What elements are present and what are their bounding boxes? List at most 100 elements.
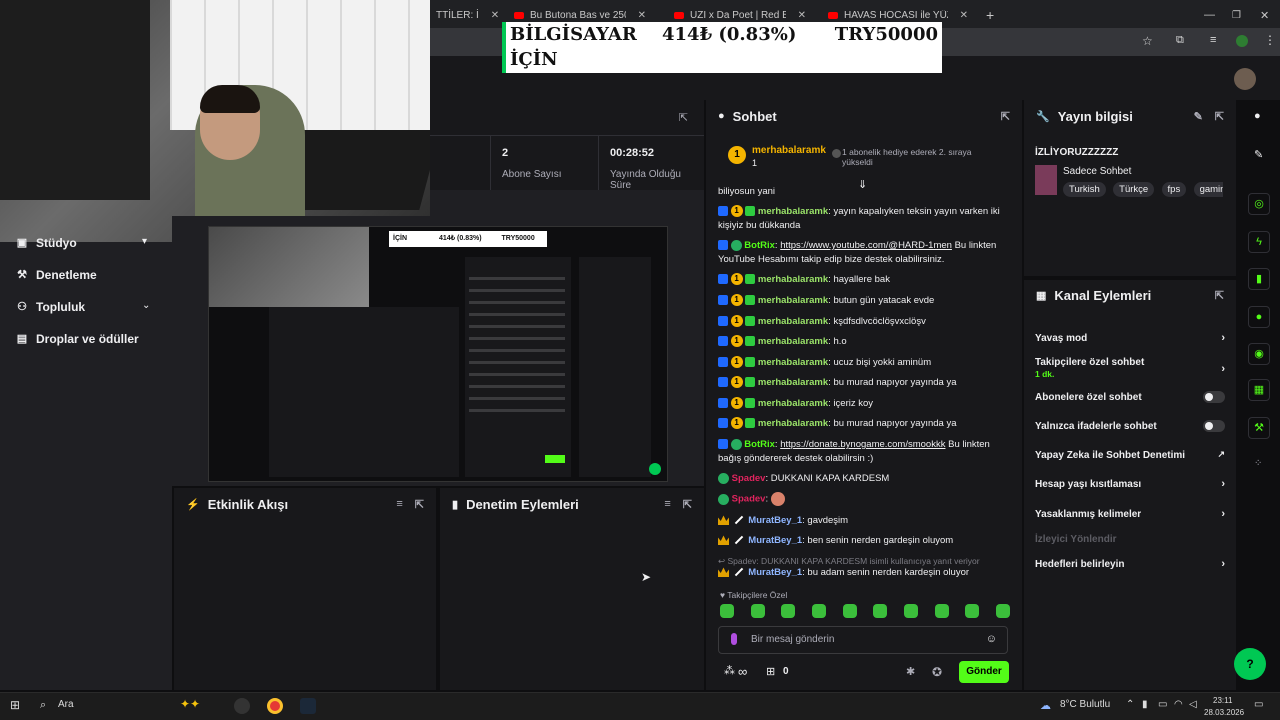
edit-icon[interactable]: ✎ bbox=[1254, 148, 1263, 161]
setting-slow-mode[interactable]: Yavaş mod › bbox=[1035, 332, 1225, 344]
menu-icon[interactable]: ⋮ bbox=[1264, 33, 1276, 47]
setting-banned-words[interactable]: Yasaklanmış kelimeler › bbox=[1035, 508, 1225, 520]
media-icon[interactable]: ≡ bbox=[1210, 34, 1216, 46]
nav-item-drops[interactable]: ▤ Droplar ve ödüller bbox=[16, 332, 139, 346]
emote-icon[interactable] bbox=[842, 604, 857, 618]
weather-text[interactable]: 8°C Bulutlu bbox=[1060, 699, 1110, 710]
filter-icon[interactable]: ≡ bbox=[396, 498, 402, 511]
volume-icon[interactable]: ◁ bbox=[1189, 699, 1197, 710]
popout-icon[interactable]: ⇱ bbox=[679, 111, 688, 124]
chrome-icon[interactable] bbox=[267, 698, 283, 714]
toggle-switch[interactable] bbox=[1203, 391, 1225, 403]
filter-icon[interactable]: ≡ bbox=[664, 498, 670, 511]
edit-icon[interactable]: ✎ bbox=[1194, 110, 1203, 123]
chat-message: BotRix: https://www.youtube.com/@HARD-1m… bbox=[718, 239, 997, 265]
setting-set-goals[interactable]: Hedefleri belirleyin › bbox=[1035, 558, 1225, 570]
nav-item-studio[interactable]: ▣ Stüdyo bbox=[16, 236, 77, 250]
tag: Türkçe bbox=[1113, 182, 1155, 197]
chat-message: MuratBey_1: ben senin nerden gardeşin ol… bbox=[718, 534, 1008, 548]
chat-input[interactable]: Bir mesaj gönderin ☺ bbox=[718, 626, 1008, 654]
bot-icon[interactable]: ✪ bbox=[932, 665, 942, 679]
stream-title: İZLİYORUZZZZZZ bbox=[1035, 147, 1119, 158]
chat-link[interactable]: https://www.youtube.com/@HARD-1men bbox=[780, 240, 952, 251]
close-window-icon[interactable]: ✕ bbox=[1252, 4, 1277, 26]
popout-icon[interactable]: ⇱ bbox=[683, 498, 692, 511]
channel-icon[interactable]: ▦ bbox=[1248, 379, 1270, 401]
chevron-right-icon: › bbox=[1221, 508, 1225, 520]
emote-icon[interactable] bbox=[873, 604, 888, 618]
stream-preview[interactable]: İÇİN 414₺ (0.83%) TRY50000 bbox=[172, 216, 704, 486]
info-icon[interactable]: ● bbox=[1254, 110, 1261, 122]
emote-icon[interactable] bbox=[811, 604, 826, 618]
network-icon[interactable]: ▭ bbox=[1158, 699, 1167, 710]
webcam-overlay bbox=[0, 0, 430, 242]
emote-icon[interactable] bbox=[750, 604, 765, 618]
lightning-icon[interactable]: ϟ bbox=[1248, 231, 1270, 253]
star-icon[interactable]: ☆ bbox=[1142, 34, 1153, 48]
setting-ai-moderation[interactable]: Yapay Zeka ile Sohbet Denetimi ↗ bbox=[1035, 449, 1225, 461]
emote-icon[interactable] bbox=[903, 604, 918, 618]
notification-icon[interactable]: ▭ bbox=[1254, 699, 1263, 710]
emote-icon[interactable] bbox=[965, 604, 980, 618]
preview-video[interactable]: İÇİN 414₺ (0.83%) TRY50000 bbox=[208, 226, 668, 482]
app-icon[interactable] bbox=[234, 698, 250, 714]
help-button[interactable]: ? bbox=[1234, 648, 1266, 680]
chevron-down-icon[interactable]: ▾ bbox=[142, 236, 147, 247]
lightning-icon: ⚡ bbox=[186, 498, 200, 511]
browser-tab[interactable]: TTİLER: İ ✕ bbox=[428, 4, 506, 26]
microphone-icon[interactable]: ▮ bbox=[1142, 699, 1148, 710]
broadcast-icon[interactable]: ◉ bbox=[1248, 343, 1270, 365]
setting-emote-only[interactable]: Yalnızca ifadelerle sohbet bbox=[1035, 420, 1225, 432]
close-icon[interactable]: ✕ bbox=[960, 10, 968, 21]
chat-icon[interactable]: ● bbox=[1248, 306, 1270, 328]
nav-item-label: Stüdyo bbox=[36, 236, 77, 250]
extensions-icon[interactable]: ⧉ bbox=[1176, 34, 1184, 47]
wrench-icon[interactable]: ⚒ bbox=[1248, 417, 1270, 439]
preview-help-icon bbox=[649, 463, 661, 475]
setting-followers-only[interactable]: Takipçilere özel sohbet 1 dk. › bbox=[1035, 357, 1225, 379]
chat-link[interactable]: https://donate.bynogame.com/smookkk bbox=[780, 439, 945, 450]
steam-icon[interactable] bbox=[300, 698, 316, 714]
emoji-icon[interactable]: ☺ bbox=[986, 633, 997, 645]
setting-subscribers-only[interactable]: Abonelere özel sohbet bbox=[1035, 391, 1225, 403]
taskbar-search-label[interactable]: Ara bbox=[58, 699, 74, 710]
search-icon[interactable]: ⌕ bbox=[40, 699, 46, 712]
gear-icon[interactable]: ✱ bbox=[906, 665, 915, 678]
camera-icon[interactable]: ◎ bbox=[1248, 193, 1270, 215]
activity-feed-panel: ⚡ Etkinlik Akışı ≡ ⇱ bbox=[174, 488, 436, 690]
pinned-user[interactable]: merhabalaramk bbox=[752, 145, 826, 156]
gift-icon[interactable]: ⊞ bbox=[766, 665, 775, 678]
popout-icon[interactable]: ⇱ bbox=[415, 498, 424, 511]
close-icon[interactable]: ✕ bbox=[638, 10, 646, 21]
popout-icon[interactable]: ⇱ bbox=[1215, 110, 1224, 123]
emote-icon[interactable] bbox=[781, 604, 796, 618]
chevron-up-icon[interactable]: ⌃ bbox=[1126, 699, 1134, 710]
windows-start-icon[interactable]: ⊞ bbox=[10, 698, 20, 712]
microphone-icon[interactable] bbox=[731, 633, 737, 645]
avatar[interactable] bbox=[1234, 68, 1256, 90]
nav-item-community[interactable]: ⚇ Topluluk bbox=[16, 300, 85, 314]
popout-icon[interactable]: ⇱ bbox=[1215, 289, 1224, 302]
emote-icon[interactable] bbox=[934, 604, 949, 618]
clock-date[interactable]: 28.03.2026 bbox=[1204, 708, 1244, 717]
emote-icon[interactable] bbox=[720, 604, 734, 618]
send-button[interactable]: Gönder bbox=[959, 661, 1009, 683]
close-icon[interactable]: ✕ bbox=[491, 10, 499, 21]
nav-item-moderation[interactable]: ⚒ Denetleme bbox=[16, 268, 97, 282]
close-icon[interactable]: ✕ bbox=[798, 10, 806, 21]
clock-time[interactable]: 23:11 bbox=[1213, 696, 1232, 705]
toggle-switch[interactable] bbox=[1203, 420, 1225, 432]
wifi-icon[interactable]: ◠ bbox=[1174, 699, 1183, 710]
grid-icon[interactable]: ⁘ bbox=[1254, 458, 1262, 469]
new-tab-button[interactable]: + bbox=[978, 4, 1002, 26]
setting-account-age[interactable]: Hesap yaşı kısıtlaması › bbox=[1035, 478, 1225, 490]
popout-icon[interactable]: ⇱ bbox=[1001, 110, 1010, 123]
chevron-down-icon[interactable]: ⌄ bbox=[142, 300, 150, 311]
minimize-icon[interactable]: — bbox=[1196, 4, 1223, 26]
chat-message: 1 merhabalaramk: bu murad napıyor yayınd… bbox=[718, 417, 1008, 431]
profile-icon[interactable] bbox=[1236, 35, 1248, 47]
file-icon[interactable]: ▮ bbox=[1248, 268, 1270, 290]
emote-icon[interactable] bbox=[995, 604, 1010, 618]
restore-icon[interactable]: ❐ bbox=[1224, 4, 1249, 26]
mouse-cursor: ➤ bbox=[641, 570, 652, 584]
